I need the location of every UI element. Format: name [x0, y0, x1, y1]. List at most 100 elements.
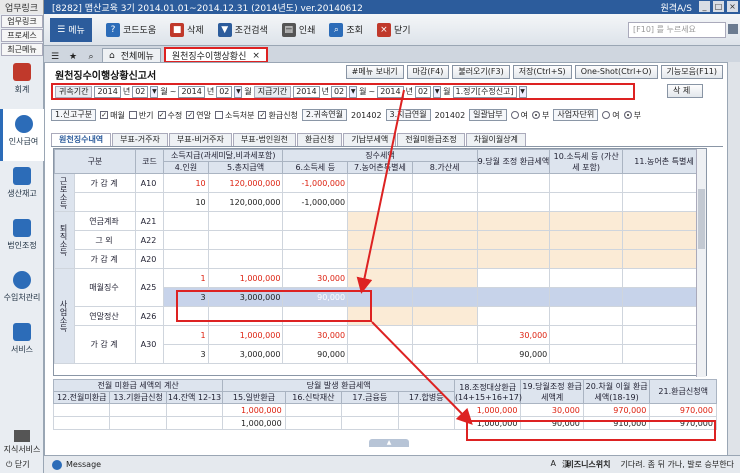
cell[interactable] [549, 287, 624, 307]
subtab-refund[interactable]: 환급신청 [296, 133, 343, 146]
cell-people[interactable]: 10 [163, 192, 209, 212]
cell-people[interactable]: 10 [163, 173, 209, 193]
to-month-field[interactable]: 02 [216, 85, 233, 98]
cell[interactable] [163, 306, 209, 326]
tab-withholding-report[interactable]: 원천징수이행상황신 × [163, 47, 268, 63]
cell-carry-over[interactable]: 970,000 [582, 403, 651, 417]
print-button[interactable]: ▤ 인쇄 [281, 22, 315, 37]
cell[interactable] [411, 192, 478, 212]
cell[interactable] [476, 192, 551, 212]
cell-general-refund[interactable]: 1,000,000 [222, 416, 286, 430]
cell[interactable] [622, 211, 706, 231]
to-year-field[interactable]: 2014 [178, 85, 205, 98]
cell[interactable] [347, 211, 413, 231]
search-icon[interactable]: ⌕ [84, 52, 98, 62]
cell[interactable] [476, 173, 551, 193]
radio[interactable] [510, 111, 519, 119]
cell-people[interactable]: 3 [163, 287, 209, 307]
grid-menu-icon[interactable] [728, 24, 738, 34]
sidebar-tag-recent[interactable]: 최근메뉴 [1, 43, 43, 56]
cell[interactable] [341, 403, 399, 417]
cell-carry-over[interactable]: 910,000 [582, 416, 651, 430]
cell[interactable] [282, 306, 349, 326]
cell[interactable] [622, 325, 706, 345]
table-row[interactable]: 근로소득 가 감 계 A10 10 120,000,000 -1,000,000 [53, 173, 706, 212]
sidebar-item-corporate[interactable]: 법인조정 [0, 213, 44, 265]
checkbox[interactable] [215, 111, 224, 119]
check-income-disposal[interactable]: 소득처분 [215, 110, 254, 121]
sidebar-close[interactable]: ⏻ 닫기 [6, 459, 30, 470]
cell[interactable] [476, 306, 551, 326]
cell-total[interactable]: 1,000,000 [207, 268, 284, 288]
cell[interactable] [207, 211, 284, 231]
checkbox[interactable]: ✓ [100, 111, 109, 119]
sidebar-item-service[interactable]: 서비스 [0, 317, 44, 369]
checkbox[interactable]: ✓ [258, 111, 267, 119]
table-row[interactable]: 퇴직소득 연금계좌 A21 [53, 211, 706, 269]
cell[interactable] [622, 287, 706, 307]
cell[interactable] [549, 230, 624, 250]
cell[interactable] [622, 230, 706, 250]
from-year-field[interactable]: 2014 [94, 85, 121, 98]
pay-to-year-field[interactable]: 2014 [377, 85, 404, 98]
cell[interactable] [476, 211, 551, 231]
cell[interactable] [284, 416, 343, 430]
from-month-field[interactable]: 02 [132, 85, 149, 98]
cell[interactable] [411, 287, 478, 307]
radio-unit-yes[interactable]: 여 [602, 110, 620, 121]
table-row[interactable]: 그 외 A22 [55, 230, 706, 250]
cell[interactable] [411, 249, 478, 269]
cell[interactable] [622, 344, 706, 364]
checkbox[interactable]: ✓ [157, 111, 166, 119]
cell[interactable] [341, 416, 399, 430]
cell[interactable] [549, 173, 624, 193]
cell[interactable] [622, 173, 706, 193]
cell[interactable] [476, 230, 551, 250]
table-row[interactable]: 연말정산 A26 [55, 306, 706, 326]
condition-search-button[interactable]: ▼ 조건검색 [217, 22, 268, 37]
cell[interactable] [347, 287, 413, 307]
cell-adjusted-refund[interactable]: 90,000 [476, 344, 551, 364]
cell[interactable] [622, 306, 706, 326]
cell[interactable] [347, 173, 413, 193]
menu-search-input[interactable]: [F10] 를 누르세요 [628, 22, 726, 38]
sidebar-tag-process[interactable]: 프로세스 [1, 29, 43, 42]
cell-people[interactable]: 1 [163, 325, 209, 345]
titlebar-tag[interactable]: 업무링크 [0, 0, 44, 14]
subtab-prepaid[interactable]: 기납부세액 [343, 133, 397, 146]
cell[interactable] [549, 344, 624, 364]
check-year-end[interactable]: ✓ 연말 [186, 110, 211, 121]
report-type-select[interactable]: 1.정기[수정신고] [452, 85, 517, 98]
cell[interactable] [347, 192, 413, 212]
cell-people[interactable]: 1 [163, 268, 209, 288]
chevron-down-icon[interactable]: ▼ [518, 85, 527, 98]
cell[interactable] [549, 268, 624, 288]
cell-tax[interactable]: -1,000,000 [282, 192, 349, 212]
radio[interactable] [532, 111, 540, 119]
cell[interactable] [411, 344, 478, 364]
cell-adjust-month[interactable]: 30,000 [520, 403, 584, 417]
cell-people[interactable]: 3 [163, 344, 209, 364]
subtab-resident[interactable]: 부표-거주자 [112, 133, 168, 146]
cell[interactable] [411, 306, 478, 326]
cell[interactable] [163, 230, 209, 250]
cell[interactable] [163, 211, 209, 231]
pay-to-month-field[interactable]: 02 [414, 85, 432, 98]
message-area[interactable]: Message [52, 459, 101, 470]
cell[interactable] [397, 416, 455, 430]
cell-adjust-month[interactable]: 90,000 [520, 416, 584, 430]
cell[interactable] [347, 268, 413, 288]
one-shot-button[interactable]: One-Shot(Ctrl+O) [574, 65, 658, 79]
cell[interactable] [207, 230, 284, 250]
subtab-prev-refund[interactable]: 전월미환급조정 [397, 133, 465, 146]
close-tab-icon[interactable]: × [252, 51, 260, 61]
cell[interactable] [347, 344, 413, 364]
cell-tax-selected[interactable]: 90,000 [282, 287, 349, 307]
delete-report-button[interactable]: 삭 제 [667, 84, 703, 98]
cell[interactable] [622, 192, 706, 212]
cell-adjusted-refund[interactable]: 30,000 [476, 325, 551, 345]
chevron-down-icon[interactable]: ▼ [433, 85, 442, 98]
cell[interactable] [411, 325, 478, 345]
check-amend[interactable]: ✓ 수정 [157, 110, 182, 121]
collapse-handle[interactable]: ▲ [369, 439, 409, 447]
